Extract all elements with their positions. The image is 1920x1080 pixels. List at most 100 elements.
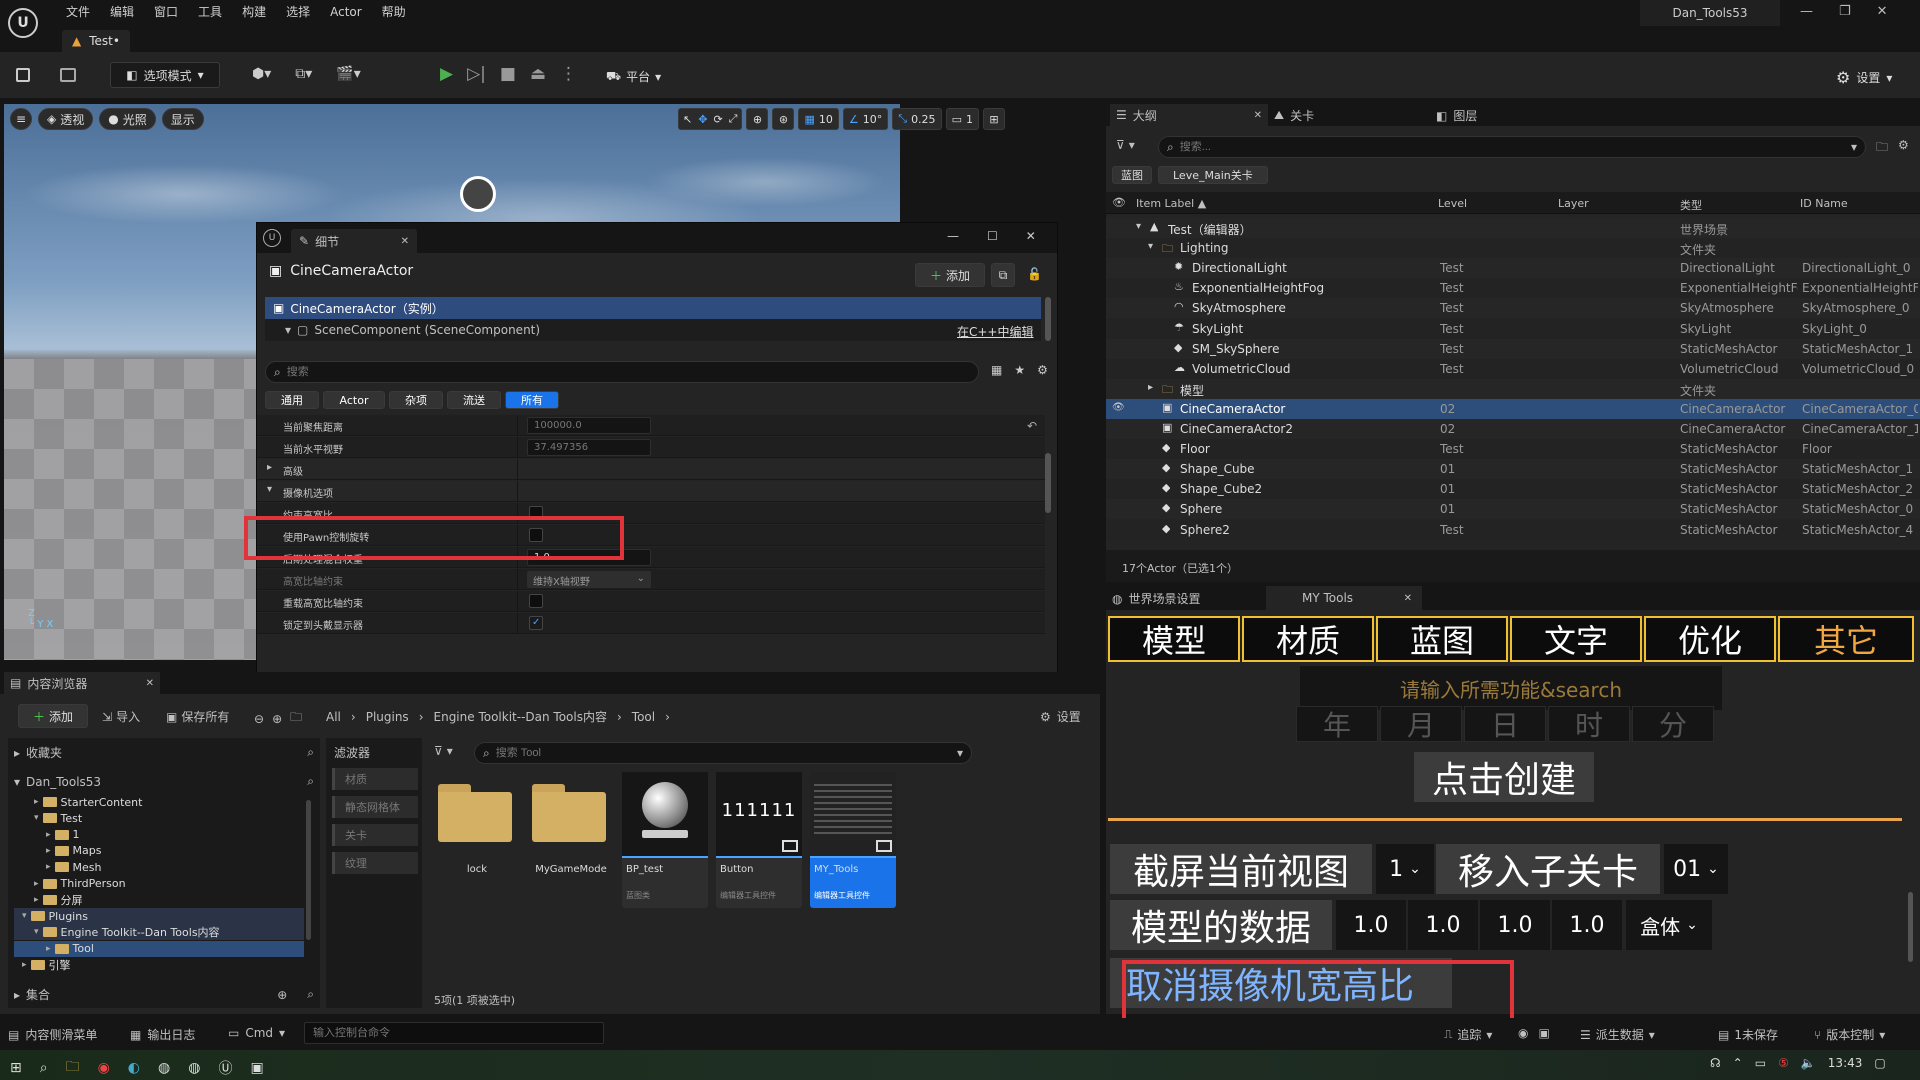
search-icon[interactable]: ⌕ (307, 987, 314, 1002)
unreal-taskbar-icon[interactable]: Ⓤ (218, 1058, 232, 1078)
minimize-icon[interactable]: — (1800, 4, 1813, 19)
output-log-button[interactable]: ▦ 输出日志 (130, 1026, 195, 1043)
details-scrollbar[interactable] (1045, 453, 1051, 513)
property-row[interactable]: 摄像机选项 ▾ (257, 481, 1045, 502)
property-checkbox[interactable]: ✓ (529, 616, 543, 630)
back-icon[interactable]: ⊖ (254, 712, 264, 726)
scale-tool-icon[interactable]: ⤢ (729, 112, 738, 126)
tree-item[interactable]: ▸ StarterContent (14, 794, 304, 810)
details-search-box[interactable]: ⌕ (265, 361, 979, 383)
date-month-field[interactable]: 月 (1380, 706, 1462, 742)
viewport-menu-button[interactable]: ≡ (10, 108, 32, 130)
table-row[interactable]: ▣ CineCameraActor2 02 CineCameraActor CineCa… (1106, 419, 1920, 439)
filter-tab[interactable]: 通用 (265, 391, 319, 409)
chevron-right-icon[interactable]: ▸ (34, 895, 39, 905)
outliner-tab[interactable]: ☰ 大纲 ✕ (1110, 104, 1268, 126)
table-row[interactable]: ◆ Sphere 01 StaticMeshActor StaticMeshActor_… (1106, 499, 1920, 520)
perspective-button[interactable]: ◈ 透视 (38, 108, 94, 130)
asset-tile[interactable]: BP_test 蓝图类 (622, 772, 708, 908)
table-row[interactable]: ▸ 🗀 模型 文件夹 (1106, 378, 1920, 399)
grid-snap-button[interactable]: ▦ 10 (798, 108, 839, 130)
breadcrumb-item[interactable]: Engine Toolkit--Dan Tools内容 (434, 708, 607, 725)
file-explorer-icon[interactable]: 🗀 (66, 1056, 80, 1080)
browse-icon[interactable] (60, 68, 76, 82)
surface-snap-icon[interactable]: ⊛ (772, 108, 795, 130)
step-icon[interactable]: ▷| (467, 64, 486, 84)
add-folder-icon[interactable]: 🗀 (1876, 138, 1888, 159)
play-icon[interactable]: ▶ (440, 64, 453, 84)
network-icon[interactable]: ▭ (1755, 1056, 1766, 1070)
shape-select[interactable]: 盒体 ⌄ (1626, 900, 1712, 950)
asset-type-filter[interactable]: 纹理 (332, 852, 418, 874)
menu-item[interactable]: 文件 (66, 3, 104, 20)
people-icon[interactable]: ☊ (1710, 1056, 1721, 1070)
console-input[interactable] (313, 1027, 593, 1039)
table-row[interactable]: ✹ DirectionalLight Test DirectionalLight Dir… (1106, 258, 1920, 279)
trace-button[interactable]: ⎍ 追踪 ▾ (1444, 1026, 1492, 1043)
edge-icon[interactable]: ◐ (128, 1060, 140, 1076)
instance-row[interactable]: ▣ CineCameraActor（实例） (265, 297, 1041, 319)
select-tool-icon[interactable]: ↖ (683, 113, 692, 126)
content-browser-tab[interactable]: ▤ 内容浏览器 ✕ (4, 672, 160, 694)
chevron-right-icon[interactable]: ▸ (46, 944, 51, 954)
table-row[interactable]: ♨ ExponentialHeightFog Test ExponentialHeig… (1106, 278, 1920, 299)
scale-snap-button[interactable]: ⤡ 0.25 (892, 108, 942, 130)
asset-filter-button[interactable]: ⊽ ▾ (434, 744, 453, 758)
chrome-icon[interactable]: ◉ (98, 1060, 110, 1076)
visibility-eye-icon[interactable]: 👁 (1112, 196, 1126, 209)
blueprint-icon[interactable]: ⧉▾ (295, 66, 312, 82)
tree-item[interactable]: ▸ 引擎 (14, 957, 304, 973)
model-value-3[interactable]: 1.0 (1480, 900, 1550, 950)
blueprint-convert-icon[interactable]: ⧉ (991, 263, 1015, 287)
table-row[interactable]: ◆ SM_SkySphere Test StaticMeshActor StaticMe… (1106, 338, 1920, 359)
asset-search-input[interactable] (495, 747, 916, 759)
chevron-right-icon[interactable]: ▾ (34, 813, 39, 823)
col-id-name[interactable]: ID Name (1800, 197, 1848, 210)
save-icon[interactable] (16, 68, 30, 82)
record-icon[interactable]: ◉ (1518, 1026, 1528, 1040)
move-to-sublevel-button[interactable]: 移入子关卡 (1436, 844, 1660, 894)
close-tab-icon[interactable]: ✕ (1254, 110, 1262, 121)
col-layer[interactable]: Layer (1558, 197, 1589, 210)
close-tab-icon[interactable]: ✕ (1404, 593, 1412, 604)
create-button[interactable]: 点击创建 (1414, 752, 1594, 802)
chevron-down-icon[interactable]: ▾ (1148, 241, 1153, 252)
app-tray-icon[interactable]: ⑤ (1778, 1056, 1789, 1070)
stop-icon[interactable]: ■ (500, 64, 516, 84)
category-text-button[interactable]: 文字 (1510, 616, 1642, 662)
settings-button[interactable]: ⚙ 设置 ▾ (1836, 68, 1892, 87)
app-icon-2[interactable]: ◍ (188, 1060, 200, 1076)
tree-item[interactable]: ▸ Mesh (14, 859, 304, 875)
date-minute-field[interactable]: 分 (1632, 706, 1714, 742)
cinematics-icon[interactable]: 🎬▾ (336, 66, 360, 82)
close-tab-icon[interactable]: ✕ (146, 678, 154, 689)
close-icon[interactable]: ✕ (1026, 229, 1036, 243)
close-tab-icon[interactable]: ✕ (401, 236, 409, 247)
tree-item[interactable]: ▾ Plugins (14, 908, 304, 925)
chevron-right-icon[interactable]: ▸ (46, 846, 51, 856)
source-control-button[interactable]: ⑂ 版本控制 ▾ (1814, 1026, 1885, 1043)
filter-tab[interactable]: 所有 (505, 391, 559, 409)
cb-settings-button[interactable]: ⚙ 设置 (1040, 708, 1081, 725)
property-row[interactable]: 高宽比轴约束 维持X轴视野 ⌄ (257, 569, 1045, 590)
world-local-icon[interactable]: ⊕ (746, 108, 769, 130)
cb-save-all-button[interactable]: ▣ 保存所有 (166, 708, 229, 725)
sublevel-select[interactable]: 01 ⌄ (1664, 844, 1728, 894)
chip-blueprint[interactable]: 蓝图 (1112, 166, 1152, 184)
search-icon[interactable]: ⌕ (307, 774, 314, 789)
tree-item[interactable]: ▾ Test (14, 810, 304, 826)
move-tool-icon[interactable]: ✥ (698, 113, 707, 126)
scene-component-row[interactable]: ▾ ▢ SceneComponent (SceneComponent) (265, 319, 1041, 341)
asset-type-filter[interactable]: 静态网格体 (332, 796, 418, 818)
cb-add-button[interactable]: ＋ 添加 (18, 704, 88, 728)
show-button[interactable]: 显示 (161, 108, 204, 130)
table-row[interactable]: ◠ SkyAtmosphere Test SkyAtmosphere SkyAtmosp… (1106, 298, 1920, 319)
console-input-box[interactable] (304, 1022, 604, 1044)
asset-type-filter[interactable]: 关卡 (332, 824, 418, 846)
tree-scrollbar[interactable] (306, 800, 311, 940)
cb-import-button[interactable]: ⇲ 导入 (102, 708, 140, 725)
edit-cpp-link[interactable]: 在C++中编辑 (957, 323, 1034, 340)
category-other-button[interactable]: 其它 (1778, 616, 1914, 662)
rotate-tool-icon[interactable]: ⟳ (713, 113, 722, 126)
chevron-right-icon[interactable]: ▸ (46, 830, 51, 840)
